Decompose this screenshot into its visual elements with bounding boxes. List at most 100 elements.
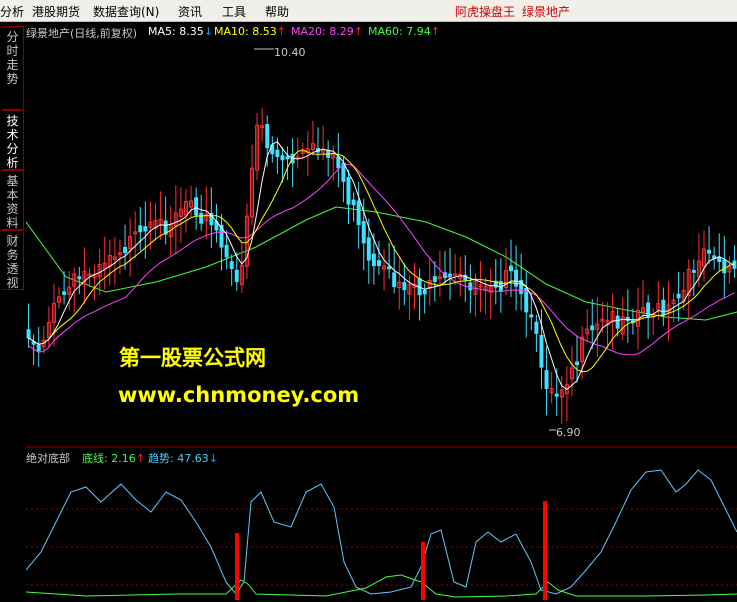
baseline-legend: 底线: 2.16↑ <box>82 450 145 466</box>
candle-body <box>376 260 381 267</box>
candle-body <box>615 315 620 329</box>
candle-body <box>351 199 356 206</box>
tab-char: 走 <box>6 58 19 72</box>
candle-body <box>590 325 595 331</box>
candle-body <box>224 244 229 258</box>
candle-body <box>392 272 397 287</box>
price-panel-title: 绿景地产(日线,前复权) <box>26 27 138 40</box>
tab-char: 术 <box>6 128 19 142</box>
ma20-legend: MA20: 8.29↑ <box>291 25 363 38</box>
candle-body <box>468 282 473 291</box>
ma10-legend: MA10: 8.53↑ <box>214 25 286 38</box>
candle-body <box>26 329 31 339</box>
menu-help[interactable]: 帮助 <box>265 3 289 20</box>
indicator-lines <box>26 469 737 598</box>
ma20-line <box>28 163 735 356</box>
baseline-arrow: ↑ <box>135 452 145 465</box>
ma60-value: MA60: 7.94 <box>368 25 431 38</box>
candle-body <box>448 273 453 277</box>
chart-area[interactable] <box>26 22 737 602</box>
menu-bar: 分析 港股期货 数据查询(N) 资讯 工具 帮助 阿虎操盘王 绿景地产 <box>0 0 737 22</box>
tab-char: 分 <box>6 142 19 156</box>
menu-data-query[interactable]: 数据查询(N) <box>93 3 159 20</box>
ma60-curve <box>26 206 737 321</box>
candle-body <box>534 321 539 334</box>
tab-char: 时 <box>6 44 19 58</box>
candle-body <box>575 361 580 366</box>
candle-body <box>229 261 234 270</box>
tab-char: 基 <box>6 174 19 188</box>
candle-body <box>356 200 361 226</box>
ma5-value: MA5: 8.35 <box>148 25 204 38</box>
candle-body <box>524 287 529 313</box>
menu-analysis[interactable]: 分析 <box>0 3 24 20</box>
candle-body <box>509 265 514 272</box>
tab-char: 务 <box>6 248 19 262</box>
candle-body <box>554 393 559 397</box>
candle-body <box>36 344 41 352</box>
ma60-legend: MA60: 7.94↑ <box>368 25 440 38</box>
ma5-legend: MA5: 8.35↓ <box>148 25 213 38</box>
candle-body <box>722 259 727 274</box>
side-tab-bar: 分时走势 技术分析 基本资料 财务透视 <box>0 22 26 602</box>
candle-body <box>691 269 696 273</box>
watermark-url: www.chnmoney.com <box>118 383 360 407</box>
candle-body <box>707 249 712 254</box>
ma20-value: MA20: 8.29 <box>291 25 354 38</box>
candle-body <box>402 281 407 291</box>
candle-body <box>539 334 544 368</box>
ma60-arrow: ↑ <box>430 25 440 38</box>
candle-body <box>199 212 204 224</box>
candle-body <box>717 256 722 262</box>
candle-body <box>529 314 534 318</box>
ma10-value: MA10: 8.53 <box>214 25 277 38</box>
stock-name: 绿景地产 <box>522 5 571 19</box>
candle-body <box>361 221 366 244</box>
trend-value: 趋势: 47.63 <box>148 452 209 465</box>
tab-char: 势 <box>6 72 19 86</box>
tab-char: 析 <box>6 156 19 170</box>
candle-body <box>366 237 371 261</box>
candle-body <box>62 291 67 295</box>
tab-char: 资 <box>6 202 19 216</box>
signal-bar <box>235 533 239 600</box>
tab-technical[interactable]: 技术分析 <box>2 110 24 170</box>
menu-news[interactable]: 资讯 <box>178 3 202 20</box>
candle-body <box>275 149 280 157</box>
candle-body <box>661 299 666 316</box>
tab-char: 本 <box>6 188 19 202</box>
candle-body <box>123 246 128 254</box>
baseline-line <box>26 574 737 598</box>
high-price-label: 10.40 <box>274 46 306 59</box>
tab-char: 技 <box>6 114 19 128</box>
menu-tools[interactable]: 工具 <box>222 3 246 20</box>
candle-body <box>346 177 351 205</box>
low-price-label: 6.90 <box>556 426 581 439</box>
tab-financials[interactable]: 财务透视 <box>2 230 24 290</box>
candle-body <box>143 226 148 232</box>
candle-body <box>285 156 290 160</box>
candle-body <box>432 276 437 282</box>
candle-body <box>265 124 270 149</box>
ma60-line <box>26 206 737 321</box>
candle-body <box>234 269 239 283</box>
candle-body <box>336 156 341 169</box>
candle-body <box>138 225 143 233</box>
tab-char: 财 <box>6 234 19 248</box>
tab-fundamentals[interactable]: 基本资料 <box>2 170 24 230</box>
tab-intraday[interactable]: 分时走势 <box>2 26 24 110</box>
tab-char: 分 <box>6 30 19 44</box>
candlesticks <box>26 108 737 424</box>
candle-body <box>371 253 376 267</box>
candle-body <box>194 197 199 216</box>
candle-body <box>676 293 681 299</box>
tab-char: 料 <box>6 216 19 230</box>
indicator-title: 绝对底部 <box>26 452 70 465</box>
candle-body <box>422 289 427 295</box>
candle-body <box>280 155 285 161</box>
baseline-value: 底线: 2.16 <box>82 452 136 465</box>
menu-hk-futures[interactable]: 港股期货 <box>32 3 80 20</box>
signal-bar <box>421 542 425 600</box>
app-title: 阿虎操盘王 <box>455 5 516 19</box>
ma5-arrow: ↓ <box>203 25 213 38</box>
